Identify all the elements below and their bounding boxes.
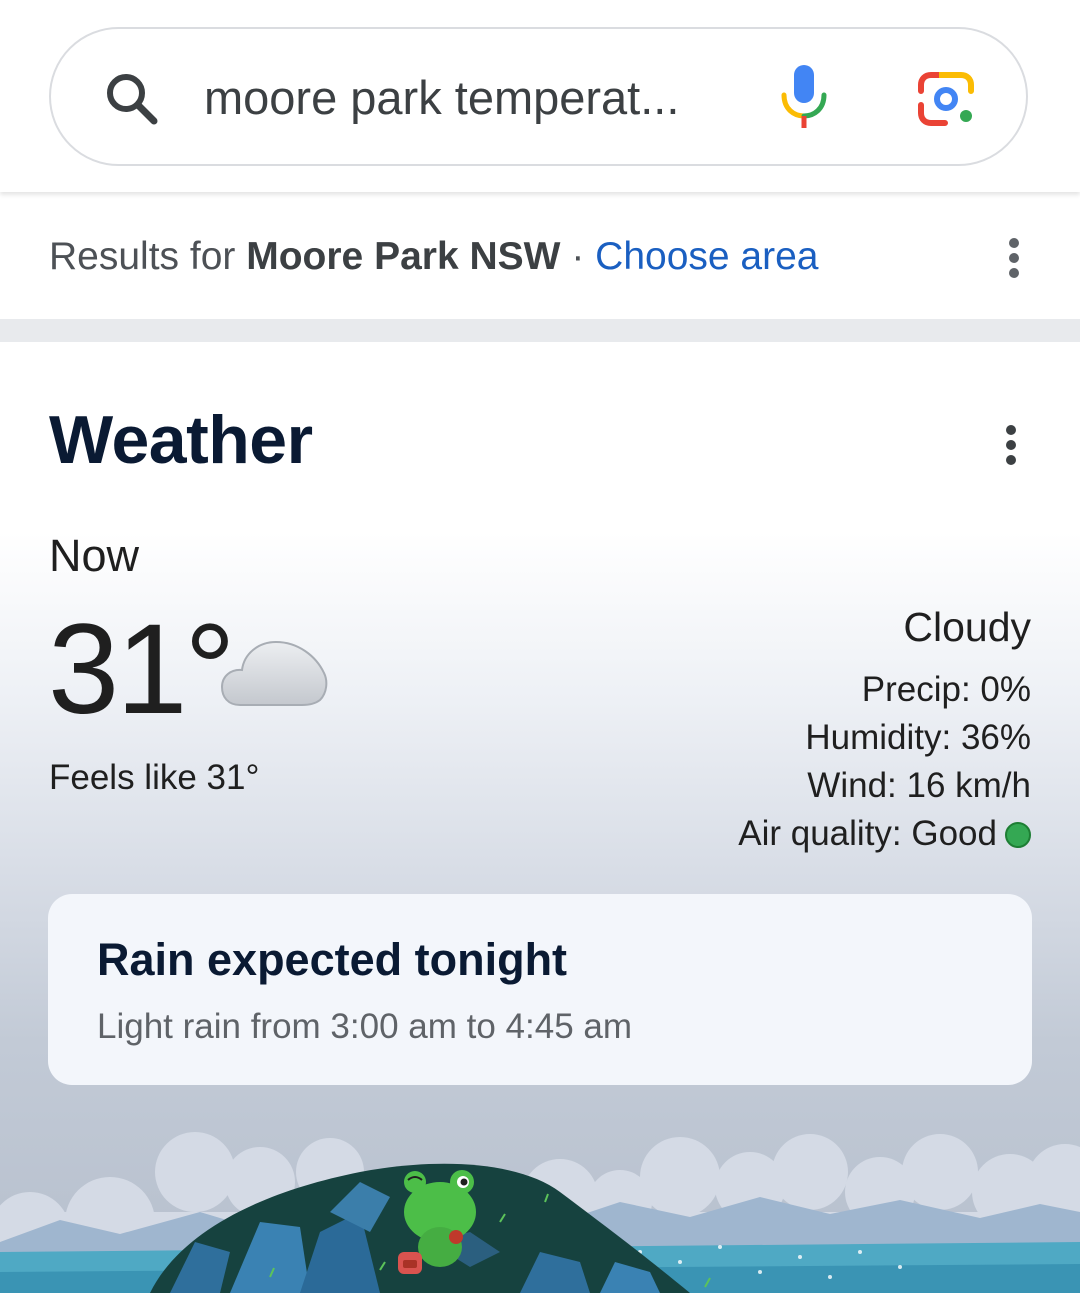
wind-text: Wind: 16 km/h xyxy=(807,766,1031,805)
humidity-text: Humidity: 36% xyxy=(805,718,1031,757)
choose-area-link[interactable]: Choose area xyxy=(595,235,818,278)
results-location-row: Results for Moore Park NSW · Choose area xyxy=(0,196,1080,319)
condition-name: Cloudy xyxy=(903,604,1031,650)
section-divider xyxy=(0,319,1080,342)
search-input[interactable]: moore park temperat... xyxy=(204,68,744,128)
results-separator: · xyxy=(571,235,585,278)
cloud-icon xyxy=(220,640,328,706)
current-temperature: 31° xyxy=(48,598,236,741)
now-label: Now xyxy=(49,530,140,581)
air-quality-indicator-icon xyxy=(1005,822,1031,848)
microphone-icon[interactable] xyxy=(776,63,832,131)
alert-title: Rain expected tonight xyxy=(97,934,568,985)
search-icon[interactable] xyxy=(103,70,159,126)
weather-more-options-icon[interactable] xyxy=(991,415,1031,475)
more-options-icon[interactable] xyxy=(994,228,1034,288)
weather-card: Weather Now 31° Feels like 31° Cloudy Pr… xyxy=(0,342,1080,1293)
alert-subtitle: Light rain from 3:00 am to 4:45 am xyxy=(97,1007,632,1046)
results-location: Moore Park NSW xyxy=(246,235,561,278)
air-quality-text: Air quality: Good xyxy=(738,814,997,853)
search-header: moore park temperat... xyxy=(0,0,1080,192)
precipitation-text: Precip: 0% xyxy=(861,670,1031,709)
conditions-panel: Cloudy Precip: 0% Humidity: 36% Wind: 16… xyxy=(738,600,1031,858)
weather-title: Weather xyxy=(49,402,313,478)
feels-like-text: Feels like 31° xyxy=(49,758,260,797)
results-for-text: Results for Moore Park NSW · Choose area xyxy=(49,232,819,282)
rain-alert-card[interactable]: Rain expected tonight Light rain from 3:… xyxy=(48,894,1032,1085)
google-lens-icon[interactable] xyxy=(915,69,979,129)
air-quality-row[interactable]: Air quality: Good xyxy=(738,810,1031,858)
results-prefix: Results for xyxy=(49,235,236,278)
weather-frog-illustration xyxy=(0,1132,1080,1293)
